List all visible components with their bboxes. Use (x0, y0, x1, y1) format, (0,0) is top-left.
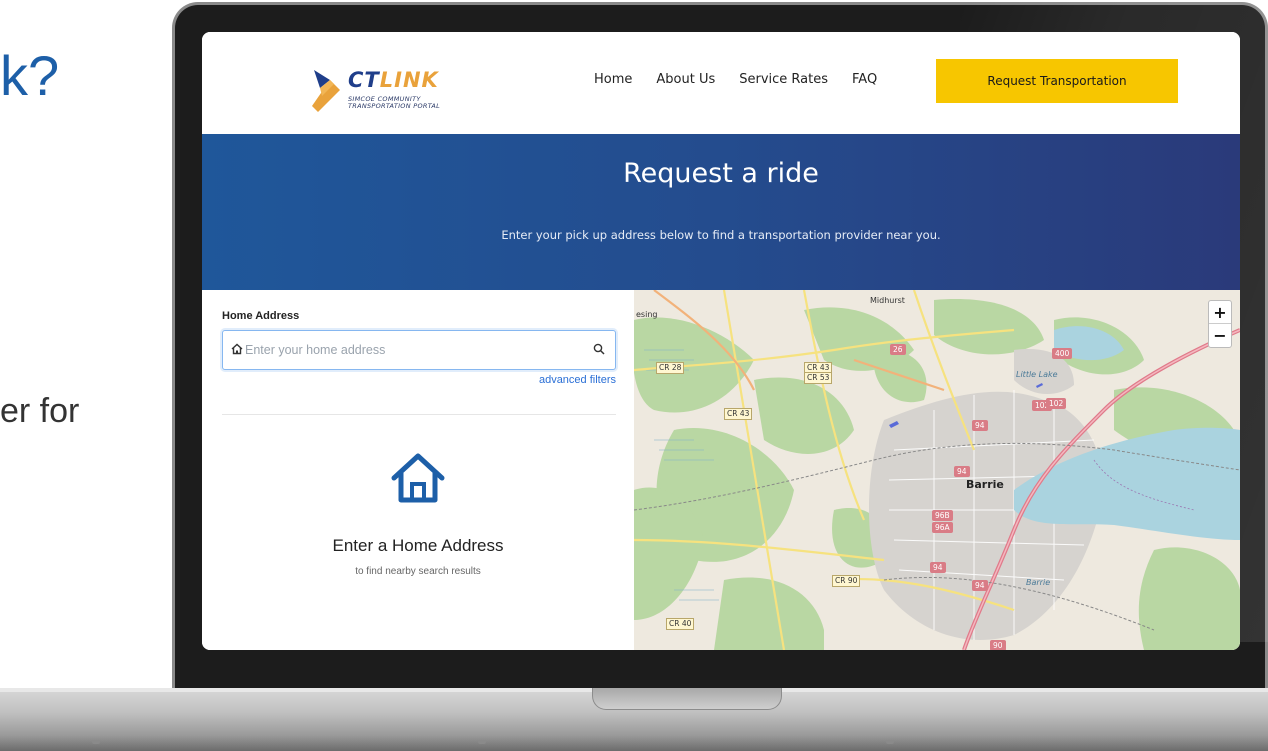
site-header: CTLINK SIMCOE COMMUNITY TRANSPORTATION P… (202, 32, 1240, 134)
empty-state-subtitle: to find nearby search results (355, 566, 481, 577)
hwy-shield-94: 94 (954, 466, 970, 477)
zoom-out-button[interactable]: − (1209, 324, 1231, 347)
hwy-shield-94: 94 (972, 420, 988, 431)
map-label-little-lake: Little Lake (1016, 370, 1058, 379)
map-tiles (634, 290, 1240, 650)
slide-body-fragment: er for (0, 392, 80, 430)
search-icon[interactable] (593, 343, 605, 355)
hwy-shield-96a: 96A (932, 522, 953, 533)
map-view[interactable]: Midhurst esing Barrie Little Lake Barrie… (634, 290, 1240, 650)
home-address-input[interactable] (245, 339, 585, 361)
hwy-shield-26: 26 (890, 344, 906, 355)
laptop-screen: CTLINK SIMCOE COMMUNITY TRANSPORTATION P… (202, 32, 1240, 650)
road-shield-cr28: CR 28 (656, 362, 685, 374)
road-shield-cr90: CR 90 (832, 575, 861, 587)
map-label-barrie: Barrie (966, 478, 1004, 491)
nav-home[interactable]: Home (594, 72, 632, 87)
laptop-foot (886, 740, 894, 744)
page-subtitle: Enter your pick up address below to find… (501, 228, 941, 242)
search-panel: Home Address advanced filters Enter a Ho… (202, 290, 634, 650)
hwy-shield-102: 102 (1046, 398, 1067, 409)
nav-faq[interactable]: FAQ (852, 72, 877, 87)
panel-divider (222, 414, 616, 415)
house-icon (391, 453, 445, 503)
logo-tagline-line2: TRANSPORTATION PORTAL (348, 102, 441, 110)
map-label-midhurst: Midhurst (870, 296, 905, 305)
logo-chevron-icon (312, 70, 340, 112)
road-shield-cr40: CR 40 (666, 618, 695, 630)
logo-word-link: LINK (379, 68, 439, 92)
hwy-shield-90: 90 (990, 640, 1006, 650)
logo-word-ct: CT (348, 68, 380, 92)
request-transportation-button[interactable]: Request Transportation (936, 59, 1178, 103)
road-shield-cr43: CR 43 (724, 408, 753, 420)
zoom-in-button[interactable]: + (1209, 301, 1231, 324)
home-icon (231, 343, 243, 355)
advanced-filters-link[interactable]: advanced filters (539, 374, 616, 386)
slide-title-fragment: k? (0, 44, 60, 107)
logo-tagline: SIMCOE COMMUNITY TRANSPORTATION PORTAL (348, 96, 440, 110)
laptop-foot (478, 740, 486, 744)
home-address-label: Home Address (222, 310, 300, 322)
home-address-field[interactable] (222, 330, 616, 370)
page-title: Request a ride (623, 158, 819, 189)
hwy-shield-96b: 96B (932, 510, 953, 521)
road-shield-cr53: CR 53 (804, 372, 833, 384)
main-nav: Home About Us Service Rates FAQ (594, 72, 877, 87)
empty-state-title: Enter a Home Address (332, 536, 504, 555)
map-label-barrie-lake: Barrie (1026, 578, 1051, 587)
hwy-shield-94: 94 (972, 580, 988, 591)
nav-service-rates[interactable]: Service Rates (739, 72, 828, 87)
hwy-shield-94: 94 (930, 562, 946, 573)
map-zoom-control: + − (1208, 300, 1232, 348)
ctlink-logo[interactable]: CTLINK SIMCOE COMMUNITY TRANSPORTATION P… (310, 66, 460, 116)
nav-about-us[interactable]: About Us (656, 72, 715, 87)
hero-banner: Request a ride Enter your pick up addres… (202, 134, 1240, 290)
hwy-shield-400: 400 (1052, 348, 1073, 359)
map-label-esing: esing (636, 310, 658, 319)
logo-wordmark: CTLINK (348, 68, 439, 92)
laptop-foot (92, 740, 100, 744)
laptop-notch (592, 688, 782, 710)
